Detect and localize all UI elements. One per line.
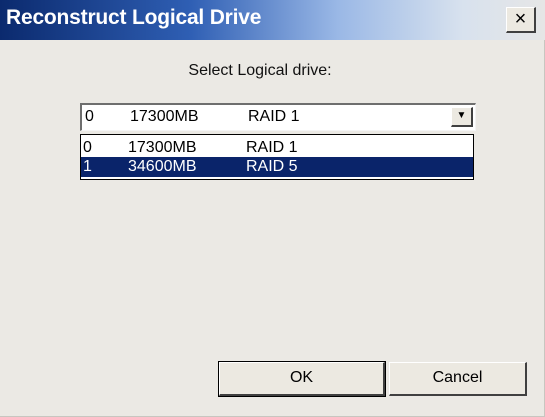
- combo-drive-id: 0: [85, 108, 94, 125]
- close-icon: ×: [514, 8, 527, 30]
- drive-id: 0: [83, 139, 92, 156]
- combo-drive-raid: RAID 1: [248, 108, 300, 125]
- drive-id: 1: [83, 158, 92, 175]
- drive-list-item-selected[interactable]: 1 34600MB RAID 5: [81, 157, 473, 177]
- drive-dropdown-list: 0 17300MB RAID 1 1 34600MB RAID 5: [80, 134, 474, 180]
- window-title: Reconstruct Logical Drive: [6, 6, 262, 29]
- close-button[interactable]: ×: [506, 7, 536, 33]
- drive-raid: RAID 1: [246, 139, 298, 156]
- ok-button[interactable]: OK: [218, 361, 386, 397]
- chevron-down-icon: ▼: [456, 110, 467, 121]
- drive-size: 17300MB: [128, 139, 197, 156]
- dialog-window: Reconstruct Logical Drive × Select Logic…: [0, 0, 545, 417]
- logical-drive-combobox[interactable]: 0 17300MB RAID 1 ▼: [80, 103, 476, 131]
- drive-raid: RAID 5: [246, 158, 298, 175]
- select-prompt-label: Select Logical drive:: [188, 62, 332, 79]
- combo-drive-size: 17300MB: [130, 108, 199, 125]
- drive-size: 34600MB: [128, 158, 197, 175]
- cancel-button[interactable]: Cancel: [389, 362, 527, 396]
- dropdown-arrow-button[interactable]: ▼: [451, 107, 473, 127]
- drive-list-item[interactable]: 0 17300MB RAID 1: [81, 138, 473, 158]
- title-bar[interactable]: Reconstruct Logical Drive ×: [0, 0, 545, 40]
